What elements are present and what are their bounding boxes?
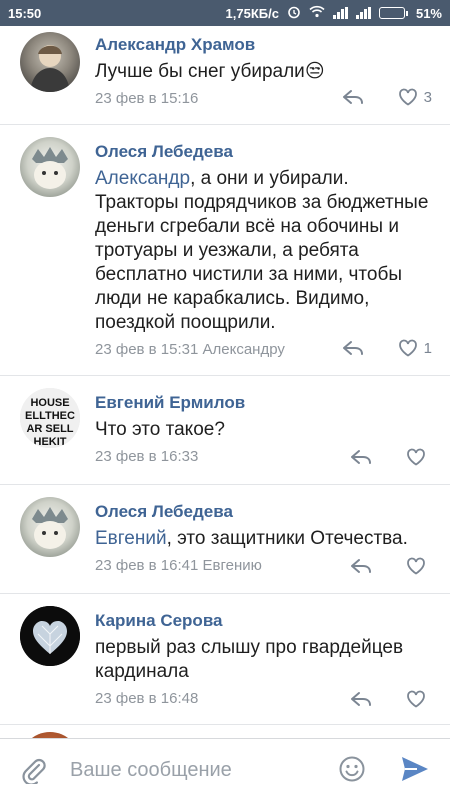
like-count: 1 xyxy=(423,339,432,357)
reply-button[interactable] xyxy=(350,558,372,574)
signal-icon-2 xyxy=(355,7,371,19)
avatar[interactable] xyxy=(20,497,80,557)
comment-text-body: первый раз слышу про гвардейцев кардинал… xyxy=(95,637,404,682)
network-speed: 1,75КБ/с xyxy=(225,5,279,21)
comment-text-body: , а они и убирали. Тракторы подрядчиков … xyxy=(95,168,429,333)
heart-icon xyxy=(407,448,425,466)
heart-icon xyxy=(398,339,417,357)
comment-text-body: Что это такое? xyxy=(95,419,225,440)
emoji-button[interactable] xyxy=(338,755,366,788)
like-button[interactable] xyxy=(406,690,432,708)
like-button[interactable]: 1 xyxy=(398,339,432,357)
heart-icon xyxy=(398,88,417,106)
comment-author[interactable]: Карина Серова xyxy=(95,610,432,632)
message-input[interactable] xyxy=(70,753,320,787)
comment-author[interactable]: Евгений Ермилов xyxy=(95,392,432,414)
avatar[interactable] xyxy=(20,137,80,197)
status-right: 1,75КБ/с 51% xyxy=(226,5,442,22)
comment-text-body: , это защитники Отечества. xyxy=(166,528,408,549)
svg-text:AR SELL: AR SELL xyxy=(26,423,73,435)
comment-item: HOUSE ELLTHEC AR SELL HEKIT Евгений Ерми… xyxy=(0,376,450,485)
reply-button[interactable] xyxy=(342,89,364,105)
send-button[interactable] xyxy=(400,755,430,788)
comment-feed[interactable]: Александр Храмов Лучше бы снег убирали😒 … xyxy=(0,26,450,738)
like-button[interactable] xyxy=(406,448,432,466)
comment-author[interactable]: Олеся Лебедева xyxy=(95,141,432,163)
reply-button[interactable] xyxy=(342,340,364,356)
comment-text: первый раз слышу про гвардейцев кардинал… xyxy=(95,636,432,684)
comment-item: Олеся Лебедева Александр, а они и убирал… xyxy=(0,125,450,376)
svg-text:ELLTHEC: ELLTHEC xyxy=(25,410,75,422)
mention-link[interactable]: Евгений xyxy=(95,528,167,549)
reply-arrow-icon xyxy=(351,692,371,706)
like-button[interactable] xyxy=(406,557,432,575)
comment-author[interactable]: Олеся Лебедева xyxy=(95,501,432,523)
reply-arrow-icon xyxy=(342,90,363,104)
reply-arrow-icon xyxy=(351,450,371,464)
battery-percent: 51% xyxy=(415,5,442,21)
comment-author[interactable]: Александр Храмов xyxy=(95,34,432,56)
comment-item: Александр Храмов Лучше бы снег убирали😒 … xyxy=(0,26,450,125)
reply-button[interactable] xyxy=(350,449,372,465)
signal-icon xyxy=(332,7,348,19)
mention-link[interactable]: Александр xyxy=(95,168,190,189)
status-bar: 15:50 1,75КБ/с 51% xyxy=(0,0,450,26)
comment-text: Александр, а они и убирали. Тракторы под… xyxy=(95,167,432,335)
heart-icon xyxy=(407,557,425,575)
comment-text: Евгений, это защитники Отечества. xyxy=(95,527,432,551)
comment-text: Что это такое? xyxy=(95,418,432,442)
send-icon xyxy=(402,757,428,781)
heart-icon xyxy=(407,690,425,708)
smiley-icon xyxy=(339,756,365,782)
paperclip-icon xyxy=(22,758,46,786)
like-count: 3 xyxy=(423,88,432,106)
avatar[interactable] xyxy=(20,606,80,666)
battery-icon xyxy=(378,7,408,19)
alarm-icon xyxy=(287,5,301,22)
comment-item: Олеся Лебедева Евгений, это защитники От… xyxy=(0,485,450,594)
svg-text:HOUSE: HOUSE xyxy=(30,397,69,409)
avatar[interactable]: HOUSE ELLTHEC AR SELL HEKIT xyxy=(20,388,80,448)
message-composer xyxy=(0,738,450,800)
comment-text: Лучше бы снег убирали😒 xyxy=(95,60,432,84)
unamused-emoji: 😒 xyxy=(304,61,325,82)
reply-arrow-icon xyxy=(342,341,363,355)
like-button[interactable]: 3 xyxy=(398,88,432,106)
comment-text-body: Лучше бы снег убирали xyxy=(95,61,305,82)
reply-button[interactable] xyxy=(350,691,372,707)
avatar[interactable] xyxy=(20,32,80,92)
wifi-icon xyxy=(309,5,325,21)
comment-item: Карина Серова первый раз слышу про гвард… xyxy=(0,594,450,725)
status-time: 15:50 xyxy=(8,5,42,21)
attach-button[interactable] xyxy=(20,756,46,789)
svg-text:HEKIT: HEKIT xyxy=(34,436,67,448)
reply-arrow-icon xyxy=(351,559,371,573)
